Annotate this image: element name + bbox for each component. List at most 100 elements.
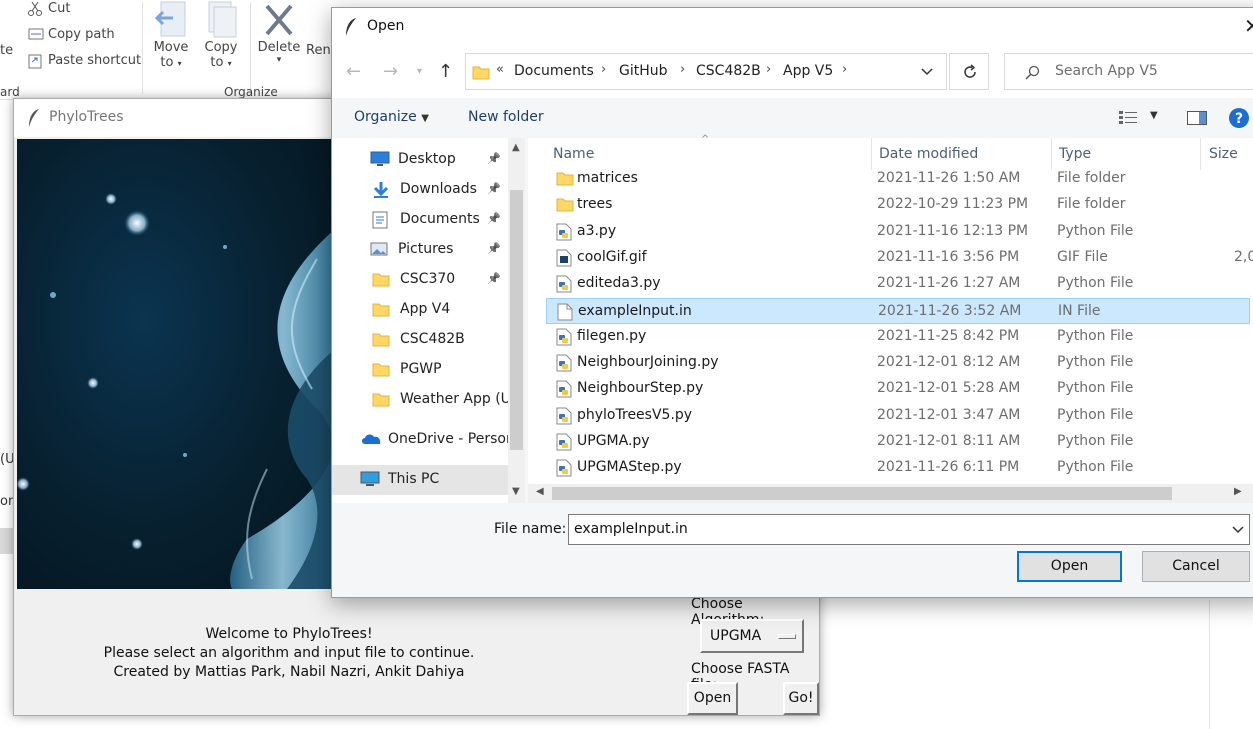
file-row[interactable]: editeda3.py 2021-11-26 1:27 AM Python File xyxy=(546,271,1250,297)
back-arrow-icon[interactable]: ← xyxy=(346,61,361,82)
refresh-icon xyxy=(964,64,976,78)
forward-arrow-icon[interactable]: → xyxy=(383,61,398,82)
clipboard-group-label: ard xyxy=(0,85,20,99)
file-type: Python File xyxy=(1057,433,1134,449)
up-arrow-icon[interactable]: ↑ xyxy=(438,61,453,82)
python-file-icon xyxy=(556,328,572,346)
nav-item-label: PGWP xyxy=(400,361,442,377)
navigation-scrollbar[interactable]: ▲ ▼ xyxy=(508,138,525,503)
nav-item-documents[interactable]: Documents 📌 xyxy=(332,205,508,235)
nav-item-csc482b[interactable]: CSC482B xyxy=(332,325,508,355)
pin-icon[interactable]: 📌 xyxy=(487,182,501,195)
algorithm-dropdown[interactable]: UPGMA xyxy=(700,619,804,653)
file-row[interactable]: coolGif.gif 2021-11-16 3:56 PM GIF File 2,0 xyxy=(546,245,1253,271)
nav-item-downloads[interactable]: Downloads 📌 xyxy=(332,175,508,205)
dialog-titlebar[interactable]: Open ✕ xyxy=(332,8,1253,46)
copy-to-label: to ▾ xyxy=(210,55,232,70)
nav-item-label: CSC370 xyxy=(400,271,456,287)
breadcrumb-chevron-icon[interactable]: › xyxy=(842,62,847,77)
file-date: 2021-11-26 3:52 AM xyxy=(878,302,1022,319)
copy-to-button[interactable]: Copy to ▾ xyxy=(200,0,242,80)
breadcrumb-chevron-icon[interactable]: › xyxy=(766,62,771,77)
pin-icon[interactable]: 📌 xyxy=(487,212,501,225)
welcome-heading: Welcome to PhyloTrees! xyxy=(205,626,373,642)
copy-path-label: Copy path xyxy=(48,27,115,42)
chevron-down-icon[interactable] xyxy=(921,68,933,76)
nav-item-desktop[interactable]: Desktop 📌 xyxy=(332,145,508,175)
window-title: PhyloTrees xyxy=(49,109,124,125)
file-row[interactable]: filegen.py 2021-11-25 8:42 PM Python File xyxy=(546,324,1250,350)
column-header-size[interactable]: Size xyxy=(1209,146,1238,162)
ribbon-partial-label: te xyxy=(0,43,14,58)
cut-button[interactable]: Cut xyxy=(28,1,138,19)
documents-icon xyxy=(372,211,388,229)
breadcrumb-item[interactable]: App V5 xyxy=(783,63,833,79)
file-row[interactable]: phyloTreesV5.py 2021-12-01 3:47 AM Python … xyxy=(546,403,1250,429)
nav-item-this-pc[interactable]: This PC xyxy=(332,465,508,495)
scroll-left-icon[interactable]: ◀ xyxy=(536,486,544,497)
breadcrumb-item[interactable]: CSC482B xyxy=(696,63,761,79)
preview-pane-icon[interactable] xyxy=(1187,111,1207,125)
column-header-name[interactable]: Name xyxy=(553,146,594,162)
file-row[interactable]: a3.py 2021-11-16 12:13 PM Python File xyxy=(546,219,1250,245)
horizontal-scrollbar[interactable]: ◀ ▶ xyxy=(528,484,1253,503)
close-button[interactable]: ✕ xyxy=(1232,14,1253,42)
file-date: 2021-11-16 12:13 PM xyxy=(877,222,1029,239)
paste-shortcut-button[interactable]: Paste shortcut xyxy=(28,53,141,71)
recent-locations-chevron-icon[interactable]: ▾ xyxy=(417,66,422,77)
breadcrumb-chevron-icon[interactable]: › xyxy=(680,62,685,77)
search-box[interactable]: Search App V5 xyxy=(1004,53,1253,90)
command-bar: Organize ▼ New folder ▼ ? xyxy=(332,98,1253,138)
file-row[interactable]: NeighbourStep.py 2021-12-01 5:28 AM Python… xyxy=(546,376,1250,402)
phylo-open-button[interactable]: Open xyxy=(687,682,738,715)
move-to-button[interactable]: Move to ▾ xyxy=(150,0,192,80)
chevron-down-icon[interactable] xyxy=(1232,526,1244,534)
pin-icon[interactable]: 📌 xyxy=(487,272,501,285)
file-row[interactable]: matrices 2021-11-26 1:50 AM File folder xyxy=(546,166,1250,192)
refresh-button[interactable] xyxy=(949,53,989,90)
python-file-icon xyxy=(556,380,572,398)
file-name: NeighbourStep.py xyxy=(577,380,704,397)
file-row[interactable]: exampleInput.in 2021-11-26 3:52 AM IN File xyxy=(546,297,1250,324)
breadcrumb-chevron-icon[interactable]: › xyxy=(601,62,606,77)
pin-icon[interactable]: 📌 xyxy=(487,242,501,255)
file-date: 2021-12-01 8:12 AM xyxy=(877,354,1021,371)
file-size: 2,0 xyxy=(1234,248,1253,265)
go-button[interactable]: Go! xyxy=(783,682,819,715)
chevron-down-icon[interactable]: ▼ xyxy=(1150,110,1158,121)
nav-item-weather-app-ui[interactable]: Weather App (UI xyxy=(332,385,508,415)
file-row[interactable]: UPGMAStep.py 2021-11-26 6:11 PM Python Fil… xyxy=(546,455,1250,481)
address-bar[interactable]: « Documents › GitHub › CSC482B › App V5 … xyxy=(465,53,947,90)
file-name-input[interactable]: exampleInput.in xyxy=(568,514,1250,545)
copy-path-button[interactable]: Copy path xyxy=(28,27,138,45)
scrollbar-thumb[interactable] xyxy=(510,190,523,450)
move-label: Move xyxy=(153,40,189,55)
file-row[interactable]: UPGMA.py 2021-12-01 8:11 AM Python File xyxy=(546,429,1250,455)
file-type: Python File xyxy=(1057,327,1134,344)
breadcrumb-overflow[interactable]: « xyxy=(496,62,504,77)
new-folder-button[interactable]: New folder xyxy=(468,109,544,125)
breadcrumb-item[interactable]: Documents xyxy=(514,63,594,79)
scroll-down-icon[interactable]: ▼ xyxy=(512,486,520,497)
file-type: File folder xyxy=(1057,196,1126,213)
pin-icon[interactable]: 📌 xyxy=(487,152,501,165)
file-row[interactable]: trees 2022-10-29 11:23 PM File folder xyxy=(546,192,1250,218)
nav-item-pictures[interactable]: Pictures 📌 xyxy=(332,235,508,265)
cancel-button[interactable]: Cancel xyxy=(1142,551,1250,582)
column-header-date[interactable]: Date modified xyxy=(879,146,978,162)
view-options-icon[interactable] xyxy=(1119,111,1139,125)
file-row[interactable]: NeighbourJoining.py 2021-12-01 8:12 AM Pyt… xyxy=(546,350,1250,376)
organize-menu[interactable]: Organize ▼ xyxy=(354,109,429,125)
nav-item-onedrive-persor[interactable]: OneDrive - Persor xyxy=(332,425,508,455)
column-header-type[interactable]: Type xyxy=(1059,146,1091,162)
scrollbar-thumb[interactable] xyxy=(552,487,1172,500)
help-icon[interactable]: ? xyxy=(1229,108,1249,128)
delete-button[interactable]: Delete ▾ xyxy=(256,0,302,80)
breadcrumb-item[interactable]: GitHub xyxy=(619,63,668,79)
scroll-right-icon[interactable]: ▶ xyxy=(1234,486,1242,497)
nav-item-csc370[interactable]: CSC370 📌 xyxy=(332,265,508,295)
nav-item-pgwp[interactable]: PGWP xyxy=(332,355,508,385)
nav-item-app-v4[interactable]: App V4 xyxy=(332,295,508,325)
open-button[interactable]: Open xyxy=(1017,551,1122,582)
scroll-up-icon[interactable]: ▲ xyxy=(512,142,520,153)
